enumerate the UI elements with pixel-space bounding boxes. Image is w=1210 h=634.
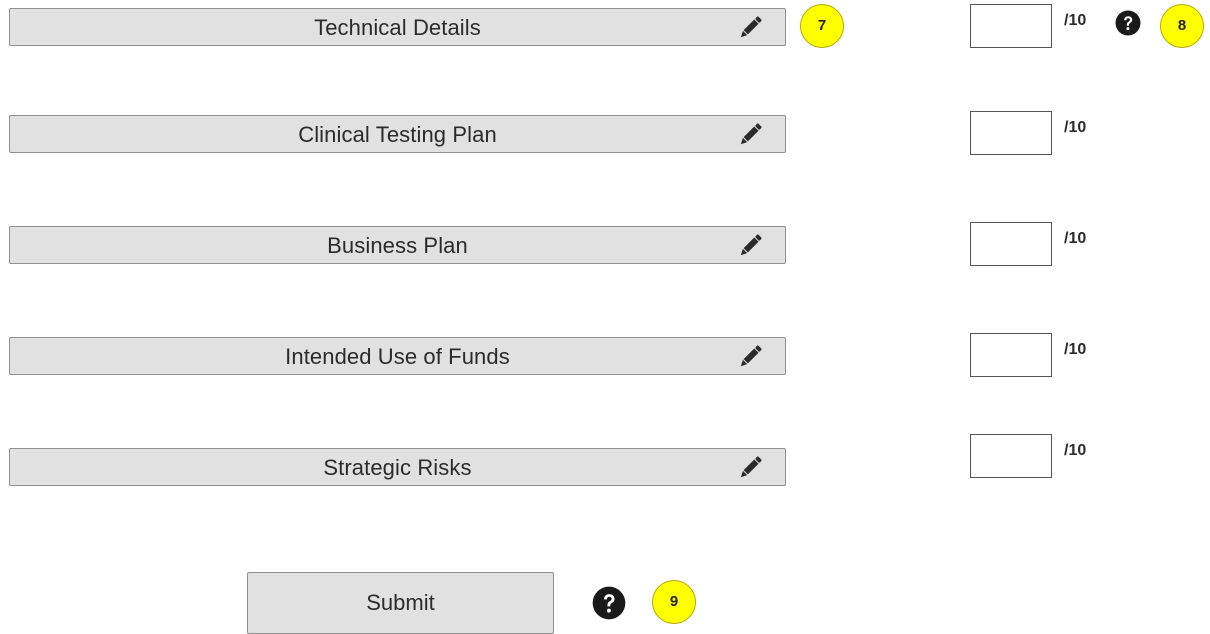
section-row-clinical-testing-plan: Clinical Testing Plan /10 xyxy=(0,111,1210,157)
strategic-risks-score-input[interactable] xyxy=(970,434,1052,478)
question-circle-icon[interactable] xyxy=(592,586,626,620)
pencil-icon xyxy=(740,123,762,145)
marker-7: 7 xyxy=(800,4,844,48)
clinical-testing-plan-button[interactable]: Clinical Testing Plan xyxy=(9,115,786,153)
clinical-testing-plan-score-input[interactable] xyxy=(970,111,1052,155)
strategic-risks-button[interactable]: Strategic Risks xyxy=(9,448,786,486)
submit-button[interactable]: Submit xyxy=(247,572,554,634)
score-max-label: /10 xyxy=(1064,230,1087,247)
section-label: Clinical Testing Plan xyxy=(298,122,497,147)
technical-details-score-input[interactable] xyxy=(970,4,1052,48)
score-max-label: /10 xyxy=(1064,12,1087,29)
section-label: Technical Details xyxy=(314,15,481,40)
section-row-intended-use-of-funds: Intended Use of Funds /10 xyxy=(0,333,1210,379)
technical-details-button[interactable]: Technical Details xyxy=(9,8,786,46)
pencil-icon xyxy=(740,345,762,367)
marker-9: 9 xyxy=(652,580,696,624)
pencil-icon xyxy=(740,16,762,38)
intended-use-of-funds-button[interactable]: Intended Use of Funds xyxy=(9,337,786,375)
business-plan-button[interactable]: Business Plan xyxy=(9,226,786,264)
section-row-technical-details: Technical Details 7 /10 8 xyxy=(0,4,1210,50)
score-max-label: /10 xyxy=(1064,119,1087,136)
section-label: Strategic Risks xyxy=(323,455,472,480)
pencil-icon xyxy=(740,234,762,256)
score-max-label: /10 xyxy=(1064,442,1087,459)
intended-use-of-funds-score-input[interactable] xyxy=(970,333,1052,377)
pencil-icon xyxy=(740,456,762,478)
score-max-label: /10 xyxy=(1064,341,1087,358)
section-label: Intended Use of Funds xyxy=(285,344,510,369)
business-plan-score-input[interactable] xyxy=(970,222,1052,266)
section-row-business-plan: Business Plan /10 xyxy=(0,222,1210,268)
question-circle-icon[interactable] xyxy=(1115,10,1141,36)
section-row-strategic-risks: Strategic Risks /10 xyxy=(0,434,1210,490)
marker-8: 8 xyxy=(1160,4,1204,48)
section-label: Business Plan xyxy=(327,233,468,258)
